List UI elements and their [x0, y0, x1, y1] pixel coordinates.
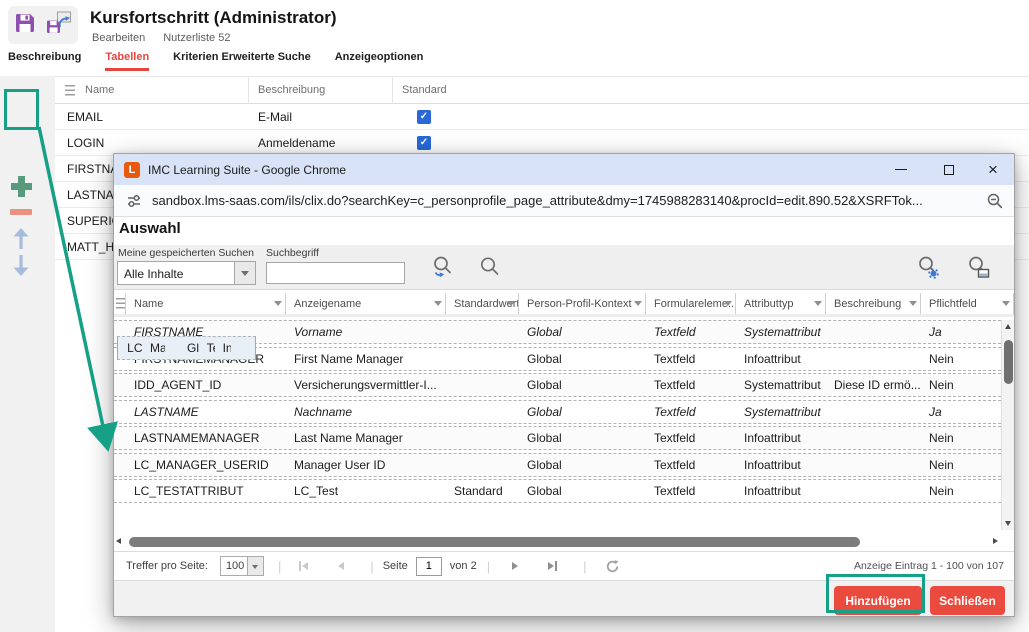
url-text[interactable]: sandbox.lms-saas.com/ils/clix.do?searchK…: [152, 193, 923, 208]
column-pflichtfeld[interactable]: Pflichtfeld: [921, 293, 1014, 314]
column-formularelement[interactable]: Formulareleme...: [646, 293, 736, 314]
column-name: Name: [85, 84, 114, 96]
table-row[interactable]: EMAIL E-Mail: [55, 104, 1029, 130]
search-term-input[interactable]: [266, 262, 405, 284]
result-range-label: Anzeige Eintrag 1 - 100 von 107: [854, 560, 1004, 572]
advanced-search-icon[interactable]: [914, 254, 942, 282]
search-icon[interactable]: [476, 254, 504, 282]
save-apply-icon[interactable]: [46, 11, 72, 40]
column-beschreibung[interactable]: Beschreibung: [826, 293, 921, 314]
minimize-button[interactable]: [886, 154, 916, 185]
save-search-icon[interactable]: [964, 254, 992, 282]
filter-icon[interactable]: [274, 301, 282, 310]
scroll-down-icon[interactable]: [1005, 521, 1011, 526]
refresh-icon[interactable]: [605, 559, 620, 574]
result-row-selected[interactable]: LC_MANAGER Manager GlobalTextfeld Infoat…: [117, 336, 256, 360]
attributes-table-header: Name Beschreibung Standard: [55, 76, 1029, 104]
page-input[interactable]: [416, 557, 442, 576]
horizontal-scroll-thumb[interactable]: [129, 537, 860, 547]
link-bearbeiten[interactable]: Bearbeiten: [92, 32, 145, 44]
reset-search-icon[interactable]: [429, 254, 457, 282]
maximize-button[interactable]: [934, 154, 964, 185]
zoom-out-icon[interactable]: [986, 192, 1004, 210]
filter-icon[interactable]: [909, 301, 917, 310]
screen: Kursfortschritt (Administrator) Bearbeit…: [0, 0, 1029, 632]
next-page-icon[interactable]: [512, 562, 518, 570]
pagination-bar: Treffer pro Seite: 100 | | Seite von 2 |…: [114, 551, 1014, 580]
filter-icon[interactable]: [434, 301, 442, 310]
url-bar[interactable]: sandbox.lms-saas.com/ils/clix.do?searchK…: [114, 185, 1014, 217]
move-down-icon[interactable]: [10, 254, 32, 278]
tab-beschreibung[interactable]: Beschreibung: [8, 51, 81, 71]
results-table-header: Name Anzeigename Standardwert Person-Pro…: [114, 293, 1014, 317]
page-title: Kursfortschritt (Administrator): [90, 8, 337, 28]
search-term-label: Suchbegriff: [266, 247, 319, 259]
per-page-select[interactable]: 100: [220, 556, 264, 576]
close-window-button[interactable]: ×: [978, 154, 1008, 185]
previous-page-icon[interactable]: [338, 562, 344, 570]
vertical-scroll-thumb[interactable]: [1004, 340, 1013, 384]
tab-bar: Beschreibung Tabellen Kriterien Erweiter…: [8, 51, 423, 71]
column-name[interactable]: Name: [126, 293, 286, 314]
result-row[interactable]: LC_TESTATTRIBUT LC_TestStandard GlobalTe…: [114, 479, 1001, 503]
chevron-down-icon[interactable]: [247, 557, 263, 575]
standard-checkbox[interactable]: [417, 136, 431, 150]
scroll-right-icon[interactable]: [993, 538, 998, 544]
filter-icon[interactable]: [724, 301, 732, 310]
vertical-scrollbar[interactable]: [1001, 320, 1014, 530]
save-toolbar: [8, 6, 78, 44]
column-anzeigename[interactable]: Anzeigename: [286, 293, 446, 314]
save-icon[interactable]: [14, 12, 36, 39]
column-standard: Standard: [393, 77, 1029, 103]
chrome-logo-icon: L: [124, 162, 140, 178]
breadcrumb: Bearbeiten Nutzerliste 52: [92, 32, 230, 44]
result-row[interactable]: LASTNAMEMANAGER Last Name Manager Global…: [114, 426, 1001, 450]
move-up-icon[interactable]: [10, 226, 32, 250]
column-standardwert[interactable]: Standardwert: [446, 293, 519, 314]
filter-icon[interactable]: [507, 301, 515, 310]
results-rows: FIRSTNAME Vorname GlobalTextfeld Systema…: [114, 320, 1001, 506]
row-actions-sidebar: [0, 76, 55, 632]
site-settings-icon[interactable]: [126, 193, 142, 209]
filter-icon[interactable]: [814, 301, 822, 310]
result-row[interactable]: IDD_AGENT_ID Versicherungsvermittler-I..…: [114, 373, 1001, 397]
scroll-left-icon[interactable]: [116, 538, 121, 544]
page-of-label: von 2: [450, 560, 477, 572]
column-person-profil-kontext[interactable]: Person-Profil-Kontext: [519, 293, 646, 314]
window-title: IMC Learning Suite - Google Chrome: [148, 163, 346, 177]
tab-tabellen[interactable]: Tabellen: [105, 51, 149, 71]
dialog-footer: Hinzufügen Schließen: [114, 580, 1014, 616]
scroll-up-icon[interactable]: [1005, 324, 1011, 329]
dialog-heading: Auswahl: [119, 220, 181, 237]
standard-checkbox[interactable]: [417, 110, 431, 124]
horizontal-scrollbar[interactable]: [116, 536, 998, 549]
saved-searches-label: Meine gespeicherten Suchen: [118, 247, 254, 259]
page-label: Seite: [383, 560, 408, 572]
remove-icon[interactable]: [10, 209, 32, 215]
saved-searches-select[interactable]: Alle Inhalte: [117, 261, 256, 285]
chevron-down-icon[interactable]: [234, 262, 255, 284]
add-button[interactable]: Hinzufügen: [834, 586, 922, 615]
result-row[interactable]: LC_MANAGER_USERID Manager User ID Global…: [114, 453, 1001, 477]
link-nutzerliste[interactable]: Nutzerliste 52: [163, 32, 230, 44]
selection-popup-window: L IMC Learning Suite - Google Chrome × s…: [113, 153, 1015, 617]
drag-handle-icon[interactable]: [65, 85, 75, 96]
column-attributtyp[interactable]: Attributtyp: [736, 293, 826, 314]
tab-kriterien-erweiterte-suche[interactable]: Kriterien Erweiterte Suche: [173, 51, 311, 71]
close-button[interactable]: Schließen: [930, 586, 1005, 615]
drag-handle-icon[interactable]: [116, 298, 125, 309]
window-titlebar[interactable]: L IMC Learning Suite - Google Chrome ×: [114, 154, 1014, 185]
first-page-icon[interactable]: [299, 561, 308, 571]
column-beschreibung: Beschreibung: [249, 77, 393, 103]
result-row[interactable]: LASTNAME Nachname GlobalTextfeld Systema…: [114, 400, 1001, 424]
search-panel: Meine gespeicherten Suchen Alle Inhalte …: [114, 245, 1014, 290]
filter-icon[interactable]: [634, 301, 642, 310]
add-icon[interactable]: [11, 176, 32, 197]
tab-anzeigeoptionen[interactable]: Anzeigeoptionen: [335, 51, 424, 71]
filter-icon[interactable]: [1002, 301, 1010, 310]
last-page-icon[interactable]: [548, 561, 557, 571]
per-page-label: Treffer pro Seite:: [126, 560, 208, 572]
